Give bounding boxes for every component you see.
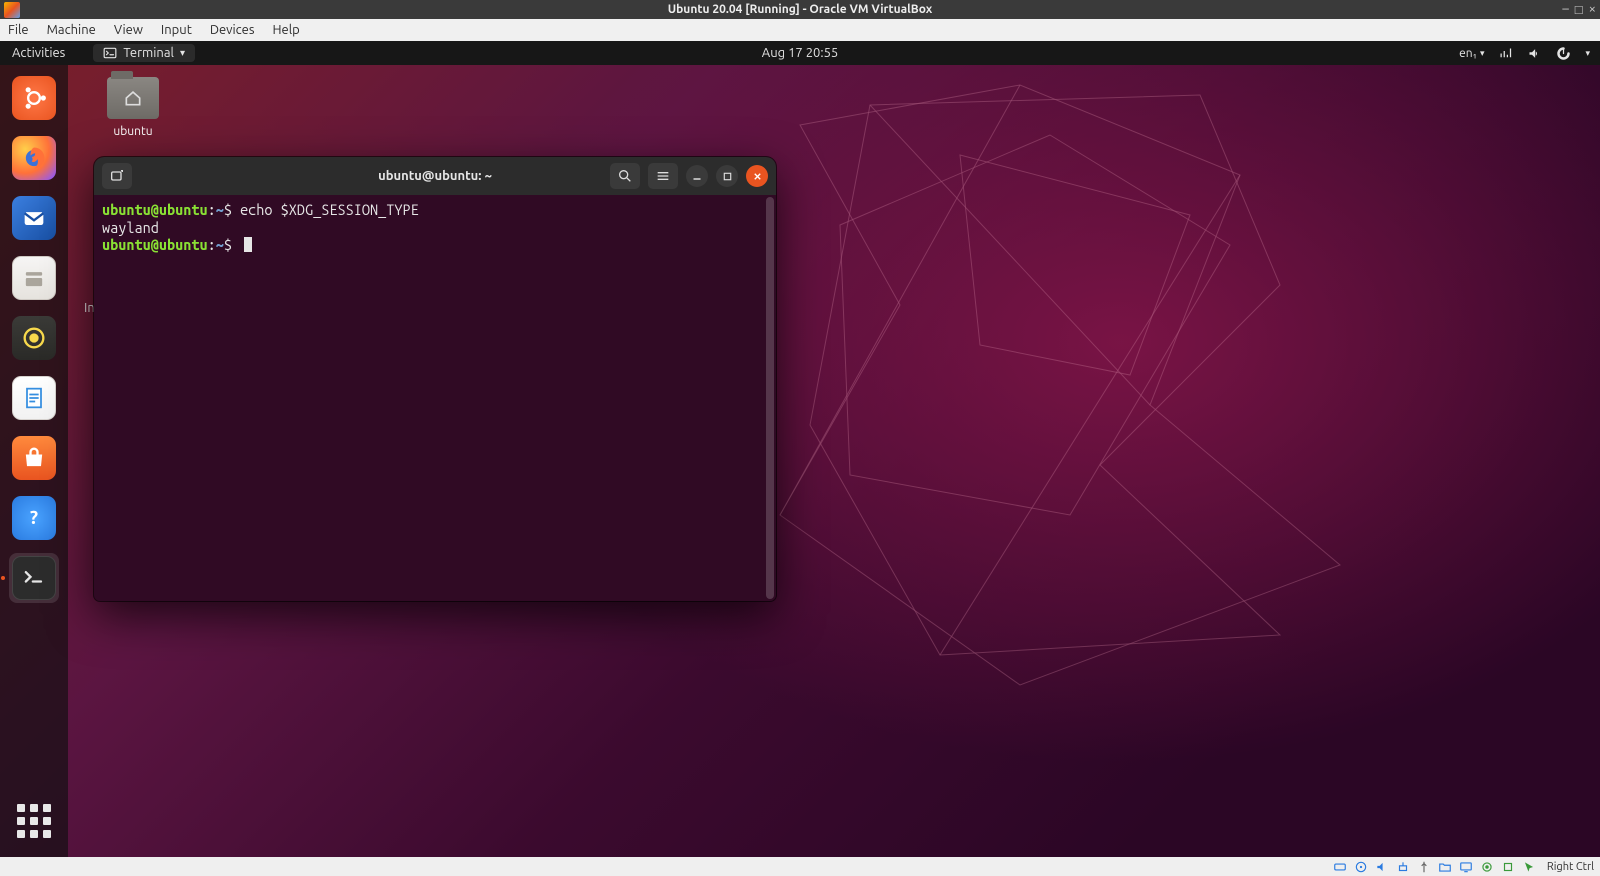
input-source-indicator[interactable]: en₁ ▾ [1459, 47, 1484, 60]
system-status-area[interactable]: en₁ ▾ ▾ [1459, 46, 1590, 61]
prompt-sep: : [208, 201, 216, 218]
vb-display-icon[interactable] [1459, 859, 1474, 874]
ubuntu-logo-icon [12, 76, 56, 120]
new-tab-button[interactable] [102, 163, 132, 189]
network-icon [1498, 46, 1513, 61]
virtualbox-statusbar: Right Ctrl [0, 857, 1600, 876]
terminal-content[interactable]: ubuntu@ubuntu:~$ echo $XDG_SESSION_TYPE … [94, 195, 776, 601]
software-store-icon [12, 436, 56, 480]
prompt-path: ~ [216, 236, 224, 253]
dock-item-libreoffice-writer[interactable] [9, 373, 59, 423]
window-maximize-button[interactable] [716, 165, 738, 187]
terminal-line: ubuntu@ubuntu:~$ [102, 236, 768, 254]
terminal-headerbar[interactable]: ubuntu@ubuntu: ~ [94, 157, 776, 195]
virtualbox-minimize-button[interactable]: – [1562, 2, 1568, 17]
chevron-down-icon: ▾ [1585, 48, 1590, 59]
vb-audio-icon[interactable] [1375, 859, 1390, 874]
help-icon: ? [12, 496, 56, 540]
vb-mouse-integration-icon[interactable] [1522, 859, 1537, 874]
vb-usb-icon[interactable] [1417, 859, 1432, 874]
virtualbox-title: Ubuntu 20.04 [Running] - Oracle VM Virtu… [668, 3, 933, 16]
virtualbox-menu-file[interactable]: File [8, 23, 29, 37]
desktop-folder-home[interactable]: ubuntu [96, 77, 170, 138]
prompt-dollar: $ [224, 236, 232, 253]
virtualbox-menu-machine[interactable]: Machine [47, 23, 96, 37]
virtualbox-menu-help[interactable]: Help [273, 23, 300, 37]
terminal-line: ubuntu@ubuntu:~$ echo $XDG_SESSION_TYPE [102, 201, 768, 219]
virtualbox-maximize-button[interactable]: □ [1575, 2, 1583, 17]
terminal-title: ubuntu@ubuntu: ~ [378, 169, 492, 183]
terminal-scrollbar[interactable] [766, 197, 774, 599]
chevron-down-icon: ▾ [180, 47, 185, 59]
dock-item-rhythmbox[interactable] [9, 313, 59, 363]
terminal-menu-button[interactable] [648, 163, 678, 189]
vb-shared-folders-icon[interactable] [1438, 859, 1453, 874]
virtualbox-menu-devices[interactable]: Devices [210, 23, 255, 37]
vb-host-key-label: Right Ctrl [1547, 861, 1594, 873]
terminal-command-text: echo $XDG_SESSION_TYPE [240, 201, 419, 218]
writer-icon [12, 376, 56, 420]
appmenu-label: Terminal [123, 46, 174, 60]
wallpaper-artwork [720, 65, 1580, 765]
dock-item-help[interactable]: ? [9, 493, 59, 543]
activities-button[interactable]: Activities [12, 46, 65, 60]
folder-icon [107, 77, 159, 119]
volume-icon [1527, 46, 1542, 61]
files-icon [12, 256, 56, 300]
dock-item-terminal[interactable] [9, 553, 59, 603]
gnome-topbar: Activities Terminal ▾ Aug 17 20:55 en₁ ▾… [0, 41, 1600, 65]
prompt-user: ubuntu@ubuntu [102, 236, 208, 253]
terminal-icon [103, 46, 117, 60]
vb-hard-disk-icon[interactable] [1333, 859, 1348, 874]
desktop[interactable]: ? ubuntu In ubuntu@ubuntu: ~ [0, 65, 1600, 857]
show-applications-button[interactable] [12, 799, 56, 843]
virtualbox-menu-input[interactable]: Input [161, 23, 192, 37]
virtualbox-icon [4, 2, 20, 18]
prompt-user: ubuntu@ubuntu [102, 201, 208, 218]
terminal-cursor [244, 237, 252, 252]
prompt-path: ~ [216, 201, 224, 218]
thunderbird-icon [12, 196, 56, 240]
clock[interactable]: Aug 17 20:55 [762, 46, 839, 60]
vb-recording-icon[interactable] [1480, 859, 1495, 874]
desktop-folder-label: ubuntu [96, 125, 170, 138]
terminal-icon [12, 556, 56, 600]
virtualbox-close-button[interactable]: × [1589, 2, 1596, 17]
dock-item-show-applications-top[interactable] [9, 73, 59, 123]
dock-item-files[interactable] [9, 253, 59, 303]
dock-item-thunderbird[interactable] [9, 193, 59, 243]
dock: ? [0, 65, 68, 857]
terminal-search-button[interactable] [610, 163, 640, 189]
power-icon [1556, 46, 1571, 61]
virtualbox-menubar: File Machine View Input Devices Help [0, 19, 1600, 41]
prompt-dollar: $ [224, 201, 232, 218]
appmenu-button[interactable]: Terminal ▾ [93, 44, 195, 62]
terminal-window[interactable]: ubuntu@ubuntu: ~ ubuntu@ubuntu:~$ echo $… [94, 157, 776, 601]
vb-optical-disk-icon[interactable] [1354, 859, 1369, 874]
dock-item-ubuntu-software[interactable] [9, 433, 59, 483]
vb-cpu-icon[interactable] [1501, 859, 1516, 874]
vb-network-icon[interactable] [1396, 859, 1411, 874]
prompt-sep: : [208, 236, 216, 253]
dock-item-firefox[interactable] [9, 133, 59, 183]
window-close-button[interactable] [746, 165, 768, 187]
svg-text:?: ? [30, 507, 38, 528]
speaker-icon [12, 316, 56, 360]
virtualbox-titlebar: Ubuntu 20.04 [Running] - Oracle VM Virtu… [0, 0, 1600, 19]
chevron-down-icon: ▾ [1480, 48, 1485, 59]
terminal-output: wayland [102, 219, 768, 237]
window-minimize-button[interactable] [686, 165, 708, 187]
virtualbox-menu-view[interactable]: View [114, 23, 143, 37]
firefox-icon [12, 136, 56, 180]
